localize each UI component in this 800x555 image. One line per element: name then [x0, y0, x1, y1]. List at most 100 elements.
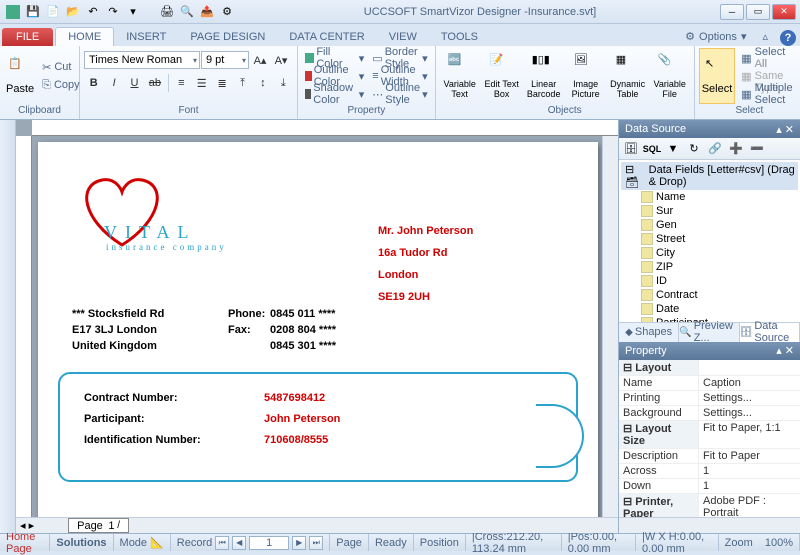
ds-refresh-icon[interactable]: ↻ — [685, 140, 703, 158]
tab-data-center[interactable]: DATA CENTER — [277, 28, 376, 46]
field-street[interactable]: Street — [621, 232, 798, 246]
image-button[interactable]: 🖼Image Picture — [566, 48, 606, 104]
cut-button[interactable]: ✂ Cut — [38, 59, 84, 76]
status-zoom[interactable]: Zoom 100% — [719, 534, 800, 551]
tab-file[interactable]: FILE — [2, 28, 53, 46]
data-fields-tree[interactable]: ⊟ 🗃 Data Fields [Letter#csv] (Drag & Dro… — [619, 160, 800, 322]
bold-button[interactable]: B — [84, 73, 103, 93]
tab-preview[interactable]: 🔍 Preview Z... — [679, 323, 739, 342]
app-icon[interactable] — [4, 3, 22, 21]
property-row[interactable]: Across1 — [619, 464, 800, 479]
preview-icon[interactable]: 🔍 — [178, 3, 196, 21]
left-rail[interactable] — [0, 120, 16, 533]
document-page[interactable]: VITAL insurance company Mr. John Peterso… — [38, 142, 598, 517]
close-button[interactable]: ✕ — [772, 4, 796, 20]
field-contract[interactable]: Contract — [621, 288, 798, 302]
record-last-icon[interactable]: ⏭ — [309, 536, 323, 550]
property-row[interactable]: BackgroundSettings... — [619, 406, 800, 421]
help-icon[interactable]: ? — [780, 30, 796, 46]
tab-insert[interactable]: INSERT — [114, 28, 178, 46]
record-prev-icon[interactable]: ◀ — [232, 536, 246, 550]
status-solutions[interactable]: Solutions — [50, 534, 113, 551]
select-button[interactable]: ↖Select — [699, 48, 736, 104]
field-name[interactable]: Name — [621, 190, 798, 204]
data-source-header[interactable]: Data Source▴ ✕ — [619, 120, 800, 138]
multiple-select-button[interactable]: ▦ Multiple Select — [737, 86, 800, 103]
property-grid[interactable]: ⊟ Layout NameCaption PrintingSettings...… — [619, 360, 800, 518]
shrink-font-icon[interactable]: A▾ — [271, 50, 291, 70]
tree-root[interactable]: ⊟ 🗃 Data Fields [Letter#csv] (Drag & Dro… — [621, 162, 798, 190]
tab-view[interactable]: VIEW — [377, 28, 429, 46]
copy-button[interactable]: ⎘ Copy — [38, 77, 84, 94]
italic-button[interactable]: I — [104, 73, 123, 93]
qat-dropdown-icon[interactable]: ▾ — [124, 3, 142, 21]
property-row[interactable]: ⊟ Layout SizeFit to Paper, 1:1 — [619, 421, 800, 449]
canvas[interactable]: VITAL insurance company Mr. John Peterso… — [32, 136, 602, 517]
record-first-icon[interactable]: ⏮ — [215, 536, 229, 550]
open-icon[interactable]: 📂 — [64, 3, 82, 21]
export-icon[interactable]: 📤 — [198, 3, 216, 21]
shadow-color-button[interactable]: Shadow Color ▾ — [302, 86, 367, 103]
new-icon[interactable]: 📄 — [44, 3, 62, 21]
status-mode[interactable]: Mode 📐 — [114, 534, 171, 551]
ruler-horizontal[interactable] — [32, 120, 618, 136]
field-city[interactable]: City — [621, 246, 798, 260]
edit-textbox-button[interactable]: 📝Edit Text Box — [482, 48, 522, 104]
options-menu[interactable]: ⚙ Options ▾ — [677, 27, 754, 46]
align-bottom-icon[interactable]: ⤓ — [274, 73, 293, 93]
align-right-icon[interactable]: ≣ — [212, 73, 231, 93]
ruler-vertical[interactable] — [16, 136, 32, 517]
save-icon[interactable]: 💾 — [24, 3, 42, 21]
property-row[interactable]: PrintingSettings... — [619, 391, 800, 406]
tab-home[interactable]: HOME — [55, 27, 114, 46]
tab-tools[interactable]: TOOLS — [429, 28, 490, 46]
dynamic-table-button[interactable]: ▦Dynamic Table — [608, 48, 648, 104]
tab-page-design[interactable]: PAGE DESIGN — [178, 28, 277, 46]
field-gen[interactable]: Gen — [621, 218, 798, 232]
status-home-page[interactable]: Home Page — [0, 534, 50, 551]
ds-link-icon[interactable]: 🔗 — [706, 140, 724, 158]
record-input[interactable]: 1 — [249, 536, 289, 550]
variable-file-button[interactable]: 📎Variable File — [650, 48, 690, 104]
align-center-icon[interactable]: ☰ — [192, 73, 211, 93]
canvas-scrollbar-v[interactable] — [602, 136, 618, 517]
ds-db-icon[interactable]: 🗄 — [622, 140, 640, 158]
underline-button[interactable]: U — [125, 73, 144, 93]
print-icon[interactable]: 🖨 — [158, 3, 176, 21]
property-row[interactable]: NameCaption — [619, 376, 800, 391]
font-family-select[interactable]: Times New Roman — [84, 51, 200, 69]
tab-data-source[interactable]: 🗄 Data Source — [740, 323, 800, 342]
ds-sql-button[interactable]: SQL — [643, 140, 661, 158]
field-id[interactable]: ID — [621, 274, 798, 288]
paste-button[interactable]: 📋Paste — [4, 48, 36, 104]
barcode-button[interactable]: ▮▯▮Linear Barcode — [524, 48, 564, 104]
field-zip[interactable]: ZIP — [621, 260, 798, 274]
property-row[interactable]: Down1 — [619, 479, 800, 494]
ds-filter-icon[interactable]: ▼ — [664, 140, 682, 158]
field-date[interactable]: Date — [621, 302, 798, 316]
status-page[interactable]: Page — [330, 534, 369, 551]
align-middle-icon[interactable]: ↕ — [253, 73, 272, 93]
outline-style-button[interactable]: ⋯ Outline Style ▾ — [369, 86, 430, 103]
sheet-tab[interactable]: Page 1 / — [68, 518, 129, 533]
strike-button[interactable]: ab — [145, 73, 164, 93]
ds-add-icon[interactable]: ➕ — [727, 140, 745, 158]
settings-icon[interactable]: ⚙ — [218, 3, 236, 21]
minimize-button[interactable]: ─ — [720, 4, 744, 20]
property-header[interactable]: Property▴ ✕ — [619, 342, 800, 360]
property-row[interactable]: ⊟ Layout — [619, 360, 800, 376]
align-top-icon[interactable]: ⤒ — [233, 73, 252, 93]
align-left-icon[interactable]: ≡ — [172, 73, 191, 93]
ribbon-minimize-icon[interactable]: ▵ — [754, 27, 776, 46]
undo-icon[interactable]: ↶ — [84, 3, 102, 21]
font-size-select[interactable]: 9 pt — [201, 51, 249, 69]
property-row[interactable]: ⊟ Printer, PaperAdobe PDF : Portrait — [619, 494, 800, 518]
tab-shapes[interactable]: ◆ Shapes — [619, 323, 679, 342]
variable-text-button[interactable]: 🔤Variable Text — [440, 48, 480, 104]
maximize-button[interactable]: ▭ — [746, 4, 770, 20]
record-next-icon[interactable]: ▶ — [292, 536, 306, 550]
grow-font-icon[interactable]: A▴ — [250, 50, 270, 70]
ds-remove-icon[interactable]: ➖ — [748, 140, 766, 158]
field-sur[interactable]: Sur — [621, 204, 798, 218]
redo-icon[interactable]: ↷ — [104, 3, 122, 21]
